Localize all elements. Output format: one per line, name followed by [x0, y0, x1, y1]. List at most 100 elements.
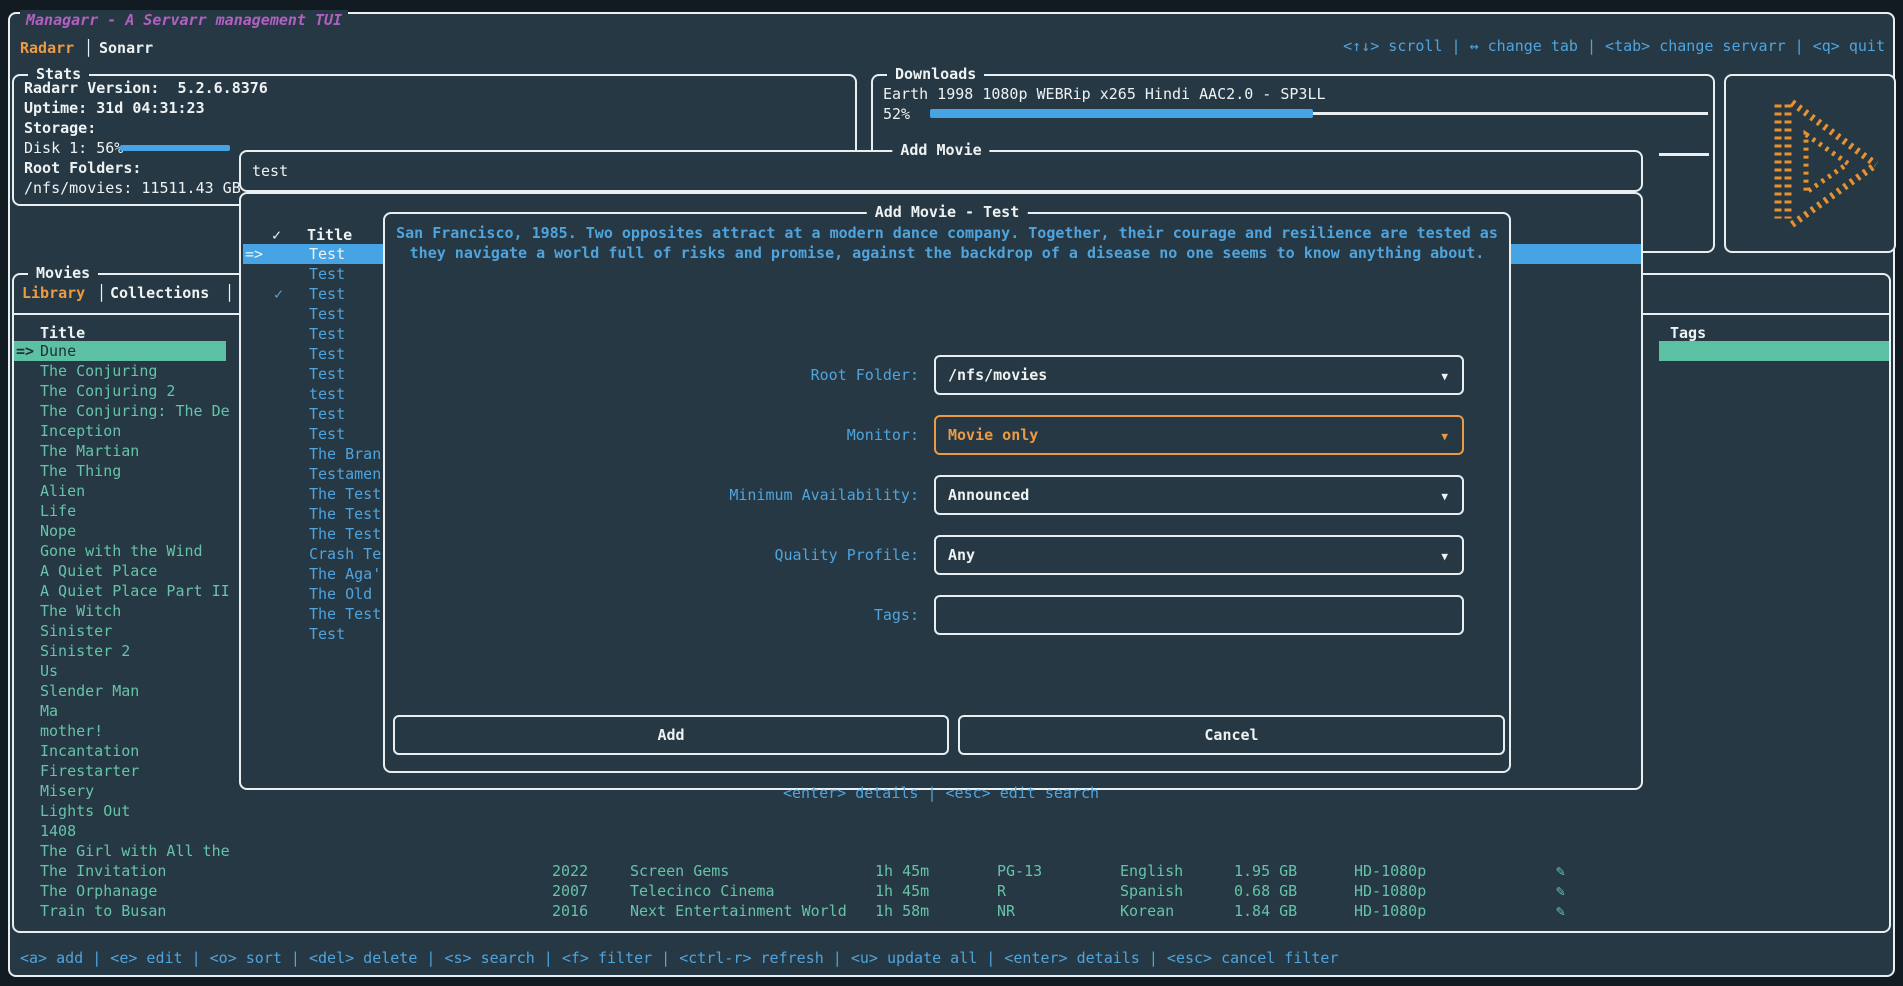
progress-track-fragment — [1659, 153, 1709, 156]
movie-title: The Girl with All the — [40, 841, 230, 861]
download-percent-label: 52% — [883, 104, 910, 124]
results-check-header: ✓ — [272, 225, 281, 245]
movie-title: The Invitation — [40, 861, 166, 881]
description-line: San Francisco, 1985. Two opposites attra… — [385, 223, 1509, 243]
movie-title: Sinister 2 — [40, 641, 130, 661]
tab-library[interactable]: Library — [22, 283, 85, 303]
stats-disk-line: Disk 1: 56% — [24, 138, 123, 158]
download-progress-bar — [930, 109, 1313, 118]
movie-year: 2007 — [552, 881, 588, 901]
edit-icon[interactable]: ✎ — [1556, 901, 1565, 921]
result-title: Test — [309, 344, 345, 364]
add-button[interactable]: Add — [393, 715, 949, 755]
table-row[interactable]: Lights Out — [14, 801, 1889, 821]
result-title: Test — [309, 264, 345, 284]
movie-title: The Martian — [40, 441, 139, 461]
check-icon: ✓ — [274, 284, 283, 304]
result-title: Crash Te — [309, 544, 381, 564]
result-title: The Test — [309, 504, 381, 524]
result-title: The Test — [309, 524, 381, 544]
edit-icon[interactable]: ✎ — [1556, 881, 1565, 901]
field-value: Announced — [948, 485, 1029, 505]
movie-title: Gone with the Wind — [40, 541, 203, 561]
movie-runtime: 1h 58m — [875, 901, 929, 921]
dropdown-minimum-availability-[interactable]: Announced ▼ — [934, 475, 1464, 515]
movie-title: The Conjuring — [40, 361, 157, 381]
field-value: Any — [948, 545, 975, 565]
selection-arrow: => — [16, 341, 34, 361]
selection-arrow: => — [245, 244, 263, 264]
tab-sonarr[interactable]: Sonarr — [99, 38, 153, 58]
cancel-button[interactable]: Cancel — [958, 715, 1505, 755]
movie-description: San Francisco, 1985. Two opposites attra… — [385, 223, 1509, 263]
movie-rating: PG-13 — [997, 861, 1042, 881]
movie-quality: HD-1080p — [1354, 861, 1426, 881]
edit-icon[interactable]: ✎ — [1556, 861, 1565, 881]
table-row[interactable]: The Girl with All the — [14, 841, 1889, 861]
result-title: Test — [309, 404, 345, 424]
movie-runtime: 1h 45m — [875, 881, 929, 901]
add-movie-search-panel[interactable]: Add Movie test — [239, 150, 1643, 192]
result-title: Test — [309, 284, 345, 304]
movie-size: 1.84 GB — [1234, 901, 1297, 921]
add-movie-dialog: Add Movie - Test San Francisco, 1985. Tw… — [383, 212, 1511, 773]
result-title: Test — [309, 424, 345, 444]
stats-rootfolders-label: Root Folders: — [24, 158, 141, 178]
result-title: test — [309, 384, 345, 404]
managarr-logo-icon — [1726, 84, 1894, 244]
field-label: Quality Profile: — [395, 545, 919, 565]
stats-storage-label: Storage: — [24, 118, 96, 138]
movie-language: English — [1120, 861, 1183, 881]
tab-separator: │ — [84, 38, 93, 58]
tab-separator: │ — [97, 283, 106, 303]
dropdown-monitor-[interactable]: Movie only ▼ — [934, 415, 1464, 455]
movies-panel-title: Movies — [28, 263, 98, 283]
tags-input[interactable] — [934, 595, 1464, 635]
dropdown-quality-profile-[interactable]: Any▼ — [934, 535, 1464, 575]
table-row[interactable]: The Orphanage — [14, 881, 1889, 901]
dropdown-caret-icon: ▼ — [1441, 489, 1448, 505]
movie-title: Firestarter — [40, 761, 139, 781]
table-row[interactable]: Train to Busan — [14, 901, 1889, 921]
add-movie-search-input[interactable]: test — [252, 161, 288, 181]
movie-title: A Quiet Place Part II — [40, 581, 230, 601]
field-value: Movie only — [948, 425, 1038, 445]
tab-collections[interactable]: Collections — [110, 283, 209, 303]
movie-title: Slender Man — [40, 681, 139, 701]
bottom-keybindings: <a> add | <e> edit | <o> sort | <del> de… — [20, 948, 1339, 968]
movie-rating: NR — [997, 901, 1015, 921]
movie-size: 0.68 GB — [1234, 881, 1297, 901]
field-label: Tags: — [395, 605, 919, 625]
stats-rootfolder-line: /nfs/movies: 11511.43 GB — [24, 178, 241, 198]
description-line: they navigate a world full of risks and … — [385, 243, 1509, 263]
result-title: The Bran — [309, 444, 381, 464]
tab-radarr[interactable]: Radarr — [20, 38, 74, 58]
movie-title: Life — [40, 501, 76, 521]
movie-title: Inception — [40, 421, 121, 441]
table-row[interactable]: The Invitation — [14, 861, 1889, 881]
table-row[interactable]: 1408 — [14, 821, 1889, 841]
download-progress-track — [1313, 112, 1708, 115]
results-title-header: Title — [307, 225, 352, 245]
field-label: Minimum Availability: — [395, 485, 919, 505]
dropdown-root-folder-[interactable]: /nfs/movies▼ — [934, 355, 1464, 395]
movie-studio: Next Entertainment World — [630, 901, 847, 921]
result-title: The Test — [309, 484, 381, 504]
result-title: Test — [309, 364, 345, 384]
movie-title: Nope — [40, 521, 76, 541]
result-title: Testamen — [309, 464, 381, 484]
movie-title: 1408 — [40, 821, 76, 841]
dropdown-caret-icon: ▼ — [1441, 429, 1448, 445]
stats-uptime: Uptime: 31d 04:31:23 — [24, 98, 205, 118]
disk-usage-bar — [120, 145, 230, 151]
dropdown-caret-icon: ▼ — [1441, 369, 1448, 385]
movie-title: The Thing — [40, 461, 121, 481]
movies-title-header: Title — [40, 323, 85, 343]
movie-title: Ma — [40, 701, 58, 721]
movie-quality: HD-1080p — [1354, 881, 1426, 901]
movie-language: Korean — [1120, 901, 1174, 921]
logo-panel — [1724, 74, 1896, 253]
field-label: Root Folder: — [395, 365, 919, 385]
movie-rating: R — [997, 881, 1006, 901]
results-footer-hint: <enter> details | <esc> edit search — [239, 783, 1643, 803]
